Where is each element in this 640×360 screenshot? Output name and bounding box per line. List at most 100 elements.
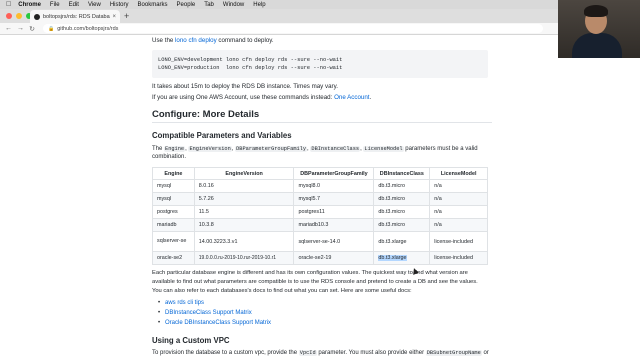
oracle-dbinstanceclass-matrix-link[interactable]: Oracle DBInstanceClass Support Matrix <box>165 320 271 326</box>
list-item: aws rds cli tips <box>156 300 271 310</box>
new-tab-button[interactable]: + <box>124 11 129 21</box>
dbinstanceclass-matrix-link[interactable]: DBInstanceClass Support Matrix <box>165 310 252 316</box>
useful-docs-list: aws rds cli tips DBInstanceClass Support… <box>156 300 271 330</box>
code-engine-version: EngineVersion <box>188 146 232 152</box>
minimize-window-button[interactable] <box>16 13 22 19</box>
back-arrow-icon[interactable]: ← <box>5 25 12 32</box>
menu-people[interactable]: People <box>177 2 196 8</box>
webcam-overlay <box>558 0 640 58</box>
list-item: DBInstanceClass Support Matrix <box>156 310 271 320</box>
engine-para-line-3: You can also refer to each databases's d… <box>152 288 412 294</box>
code-line-production: LONO_ENV=production lono cfn deploy rds … <box>158 65 343 71</box>
cell-engine: mysql <box>152 179 195 193</box>
browser-tab-active[interactable]: boltopsjrs/rds: RDS Database × <box>30 10 120 23</box>
compat-heading: Compatible Parameters and Variables <box>152 131 292 140</box>
engine-para-line-1: Each particular database engine is diffe… <box>152 270 468 276</box>
cell-license-model: n/a <box>429 179 488 193</box>
cell-instance-class: db.t3.xlarge <box>373 231 431 252</box>
github-favicon-icon <box>34 13 40 20</box>
table-row: mysql 5.7.26 mysql5.7 db.t3.micro n/a <box>152 192 488 206</box>
lono-cfn-deploy-link[interactable]: lono cfn deploy <box>175 37 217 44</box>
cell-engine: mysql <box>152 192 195 206</box>
engine-para-line-2: available to find out what parameters ar… <box>152 279 478 285</box>
cell-param-group: mysql8.0 <box>293 179 375 193</box>
cell-engine-version: 5.7.26 <box>193 192 295 206</box>
cell-instance-class: db.t3.micro <box>373 205 431 219</box>
cell-engine-version: 19.0.0.0.ru-2019-10.rur-2019-10.r1 <box>193 251 295 265</box>
compat-text-3: combination. <box>152 154 187 160</box>
cell-param-group: postgres11 <box>293 205 375 219</box>
table-row: postgres 11.5 postgres11 db.t3.micro n/a <box>152 205 488 219</box>
menu-file[interactable]: File <box>50 2 60 8</box>
menu-tab[interactable]: Tab <box>204 2 214 8</box>
th-db-instance-class: DBInstanceClass <box>373 167 431 180</box>
deploy-code-block: LONO_ENV=development lono cfn deploy rds… <box>152 50 488 78</box>
cell-instance-class: db.t3.xlarge <box>373 251 431 265</box>
cell-param-group: sqlserver-se-14.0 <box>293 231 375 252</box>
th-license-model: LicenseModel <box>429 167 488 180</box>
table-row: mysql 8.0.16 mysql8.0 db.t3.micro n/a <box>152 179 488 193</box>
deploy-intro: Use the lono cfn deploy command to deplo… <box>152 37 274 44</box>
cell-instance-class: db.t3.micro <box>373 192 431 206</box>
cell-license-model: n/a <box>429 218 488 232</box>
th-engine-version: EngineVersion <box>193 167 295 180</box>
cell-param-group: oracle-se2-19 <box>293 251 375 265</box>
th-db-parameter-group-family: DBParameterGroupFamily <box>293 167 375 180</box>
url-text: github.com/boltopsjrs/rds <box>57 25 119 32</box>
cell-engine-version: 8.0.16 <box>193 179 295 193</box>
menu-history[interactable]: History <box>110 2 129 8</box>
heading-divider <box>152 122 492 123</box>
tab-title: boltopsjrs/rds: RDS Database <box>43 13 111 20</box>
cell-engine: sqlserver-se <box>152 231 195 252</box>
table-header-row: Engine EngineVersion DBParameterGroupFam… <box>152 167 488 180</box>
cell-engine-version: 14.00.3223.3.v1 <box>193 231 295 252</box>
deploy-intro-post: command to deploy. <box>216 37 274 44</box>
one-account-post: . <box>369 94 372 101</box>
code-dbsubnetgroupname: DBSubnetGroupName <box>425 350 482 356</box>
compat-text-2: parameters must be a valid <box>405 146 478 152</box>
close-window-button[interactable] <box>6 13 12 19</box>
cell-instance-class: db.t3.micro <box>373 218 431 232</box>
menu-chrome[interactable]: Chrome <box>18 2 41 8</box>
code-db-parameter-group-family: DBParameterGroupFamily <box>235 146 308 152</box>
compat-table: Engine EngineVersion DBParameterGroupFam… <box>152 167 488 265</box>
code-engine: Engine <box>164 146 186 152</box>
macos-menu-bar:  Chrome File Edit View History Bookmark… <box>0 0 640 9</box>
custom-vpc-text: To provision the database to a custom vp… <box>152 350 489 356</box>
vpc-text-3: or <box>483 350 489 356</box>
code-line-development: LONO_ENV=development lono cfn deploy rds… <box>158 57 343 63</box>
menu-help[interactable]: Help <box>253 2 265 8</box>
cell-engine: mariadb <box>152 218 195 232</box>
forward-arrow-icon[interactable]: → <box>17 25 24 32</box>
menu-bookmarks[interactable]: Bookmarks <box>138 2 168 8</box>
selected-instance-class[interactable]: db.t3.xlarge <box>378 255 407 261</box>
deploy-time-note: It takes about 15m to deploy the RDS DB … <box>152 83 338 90</box>
th-engine: Engine <box>152 167 195 180</box>
vpc-text-1: To provision the database to a custom vp… <box>152 350 298 356</box>
one-account-link[interactable]: One Account <box>334 94 369 101</box>
table-row: oracle-se2 19.0.0.0.ru-2019-10.rur-2019-… <box>152 251 488 265</box>
reload-icon[interactable]: ↻ <box>29 25 35 33</box>
cell-engine: postgres <box>152 205 195 219</box>
presenter-hair <box>584 5 608 17</box>
deploy-intro-pre: Use the <box>152 37 176 44</box>
cell-license-model: license-included <box>429 231 488 252</box>
more-details-heading: Configure: More Details <box>152 109 260 120</box>
apple-icon[interactable]:  <box>6 1 11 8</box>
cell-license-model: license-included <box>429 251 488 265</box>
menu-edit[interactable]: Edit <box>69 2 79 8</box>
lock-icon: 🔒 <box>48 25 55 32</box>
one-account-note: If you are using One AWS Account, use th… <box>152 94 371 101</box>
address-bar[interactable]: 🔒 github.com/boltopsjrs/rds <box>43 24 543 33</box>
compat-description: The Engine, EngineVersion, DBParameterGr… <box>152 146 478 152</box>
cell-license-model: n/a <box>429 205 488 219</box>
cell-engine-version: 10.3.8 <box>193 218 295 232</box>
close-tab-icon[interactable]: × <box>112 14 116 20</box>
browser-tab-strip: boltopsjrs/rds: RDS Database × + <box>0 9 640 23</box>
compat-text-1: The <box>152 146 163 152</box>
aws-rds-cli-tips-link[interactable]: aws rds cli tips <box>165 300 204 306</box>
menu-window[interactable]: Window <box>223 2 244 8</box>
menu-view[interactable]: View <box>88 2 101 8</box>
list-item: Oracle DBInstanceClass Support Matrix <box>156 320 271 330</box>
cell-param-group: mysql5.7 <box>293 192 375 206</box>
